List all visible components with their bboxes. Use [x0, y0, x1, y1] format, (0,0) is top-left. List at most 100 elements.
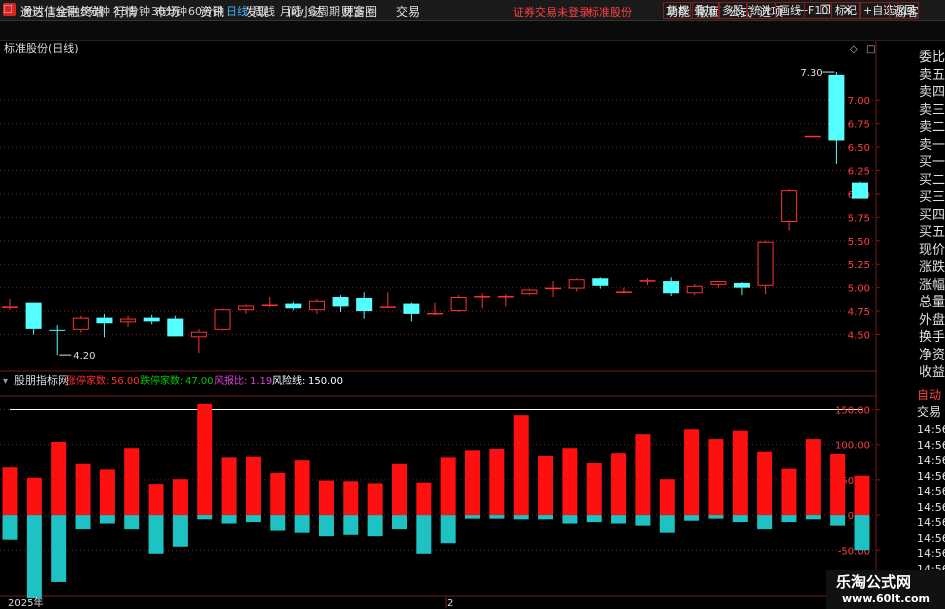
- auto-trade-label[interactable]: 交易: [917, 403, 941, 420]
- candle: [72, 315, 89, 333]
- limit-up-bar: [659, 479, 675, 516]
- limit-up-bar: [830, 453, 846, 516]
- limit-up-bar: [489, 448, 505, 516]
- limit-up-bar: [781, 468, 797, 516]
- tab-1min[interactable]: 1分钟: [48, 3, 77, 19]
- adjust-button[interactable]: 复权: [663, 2, 693, 19]
- period-bar: [0, 21, 945, 41]
- limit-up-bar: [854, 475, 870, 516]
- limit-up-bar: [611, 453, 627, 516]
- candle-body: [120, 318, 137, 323]
- tab-monthly[interactable]: 月线: [280, 3, 302, 19]
- kline-tick-label: 5.00: [848, 284, 870, 295]
- tab-daily[interactable]: 日线: [226, 3, 248, 19]
- kline-grid: [0, 99, 876, 336]
- tab-5min[interactable]: 5分钟: [81, 3, 110, 19]
- candle: [474, 293, 491, 309]
- tick-time: 14:56: [917, 454, 945, 467]
- tab-more[interactable]: 更多: [343, 3, 365, 19]
- tab-intraday[interactable]: 分时: [22, 3, 44, 19]
- limit-down-bar: [367, 515, 383, 537]
- kline-tick-label: 4.50: [848, 331, 870, 342]
- tab-weekly[interactable]: 周线: [253, 3, 275, 19]
- quote-row-label: 卖三: [919, 102, 945, 118]
- limit-down-bar: [611, 515, 627, 524]
- limit-up-bar: [805, 439, 821, 516]
- tick-time: 14:56: [917, 547, 945, 560]
- tab-30min[interactable]: 30分钟: [151, 3, 187, 19]
- candle-body: [143, 317, 160, 322]
- checkbox-icon[interactable]: ☐: [3, 3, 13, 16]
- tab-15min[interactable]: 15分钟: [114, 3, 150, 19]
- indicator-bar-series: [2, 403, 870, 599]
- risk-ratio-value: 1.19: [250, 376, 272, 387]
- diamond-icon[interactable]: ◇: [850, 44, 858, 55]
- risk-line-value: 150.00: [308, 376, 343, 387]
- candle: [521, 288, 538, 296]
- candle: [356, 292, 373, 319]
- candle-body: [757, 241, 774, 286]
- quote-row-label: 收益: [919, 365, 945, 380]
- trade-login-status[interactable]: 证券交易未登录: [513, 4, 590, 20]
- risk-ratio-label: 风报比:: [214, 374, 247, 387]
- limit-down-bar: [221, 515, 237, 524]
- quote-row-label: 买一: [919, 155, 945, 170]
- chevron-right-icon[interactable]: ›: [367, 3, 371, 16]
- candle-body: [686, 285, 703, 294]
- kline-tick-label: 6.75: [848, 120, 870, 131]
- candle: [332, 295, 349, 313]
- square-icon[interactable]: □: [866, 44, 875, 55]
- candle-body: [615, 291, 632, 293]
- limit-down-bar: [318, 515, 334, 537]
- quote-row-label: 净资: [919, 347, 945, 363]
- limit-up-bar: [635, 434, 651, 516]
- limit-up-label: 涨停家数:: [66, 374, 109, 387]
- mark-button[interactable]: 标记: [831, 2, 861, 19]
- candle-body: [521, 289, 538, 295]
- tab-multi-period[interactable]: 多周期: [307, 3, 340, 19]
- quote-row-label: 外盘: [919, 312, 945, 328]
- limit-up-bar: [270, 472, 286, 516]
- limit-up-bar: [367, 483, 383, 516]
- menu-trade[interactable]: 交易: [396, 3, 420, 20]
- quote-row-label: 总量: [919, 295, 945, 310]
- limit-down-bar: [197, 515, 213, 520]
- candle: [450, 295, 467, 313]
- auto-trade-label[interactable]: 自动: [917, 386, 941, 403]
- indicator-chevron-icon[interactable]: ▾: [3, 376, 8, 387]
- candle-body: [379, 306, 396, 308]
- f10-button[interactable]: F10: [804, 2, 833, 19]
- limit-down-label: 跌停家数:: [140, 374, 183, 387]
- limit-up-bar: [343, 481, 359, 516]
- candle: [757, 240, 774, 295]
- candle: [545, 281, 562, 298]
- candle-body: [25, 302, 42, 329]
- limit-down-bar: [586, 515, 602, 523]
- candle: [592, 277, 609, 289]
- draw-line-button[interactable]: 画线: [775, 2, 805, 19]
- candle-body: [427, 312, 443, 315]
- tick-time: 14:56: [917, 485, 945, 498]
- tick-time: 14:56: [917, 469, 945, 483]
- multi-stock-button[interactable]: 多股: [718, 2, 748, 19]
- candle: [49, 325, 66, 356]
- back-button[interactable]: 返回: [889, 2, 919, 19]
- timeline-month-label: 2: [447, 598, 453, 608]
- candle-body: [238, 305, 255, 311]
- candle: [120, 315, 137, 328]
- candle: [2, 298, 18, 311]
- overlay-button[interactable]: 叠加: [690, 2, 720, 19]
- kline-tick-label: 5.75: [848, 213, 870, 224]
- limit-up-bar: [416, 482, 432, 516]
- tab-60min[interactable]: 60分钟: [188, 3, 224, 19]
- stats-button[interactable]: 统计: [746, 2, 776, 19]
- kline-tick-label: 6.25: [848, 166, 870, 177]
- limit-down-bar: [513, 515, 529, 520]
- high-price-label: 7.30: [800, 68, 822, 79]
- limit-down-bar: [270, 515, 286, 531]
- limit-down-bar: [659, 515, 675, 533]
- stock-chart[interactable]: 7.006.756.506.256.005.755.505.255.004.75…: [0, 41, 915, 608]
- tick-time: 14:56: [917, 500, 945, 514]
- kline-tick-label: 4.75: [848, 307, 870, 318]
- limit-up-bar: [732, 430, 748, 516]
